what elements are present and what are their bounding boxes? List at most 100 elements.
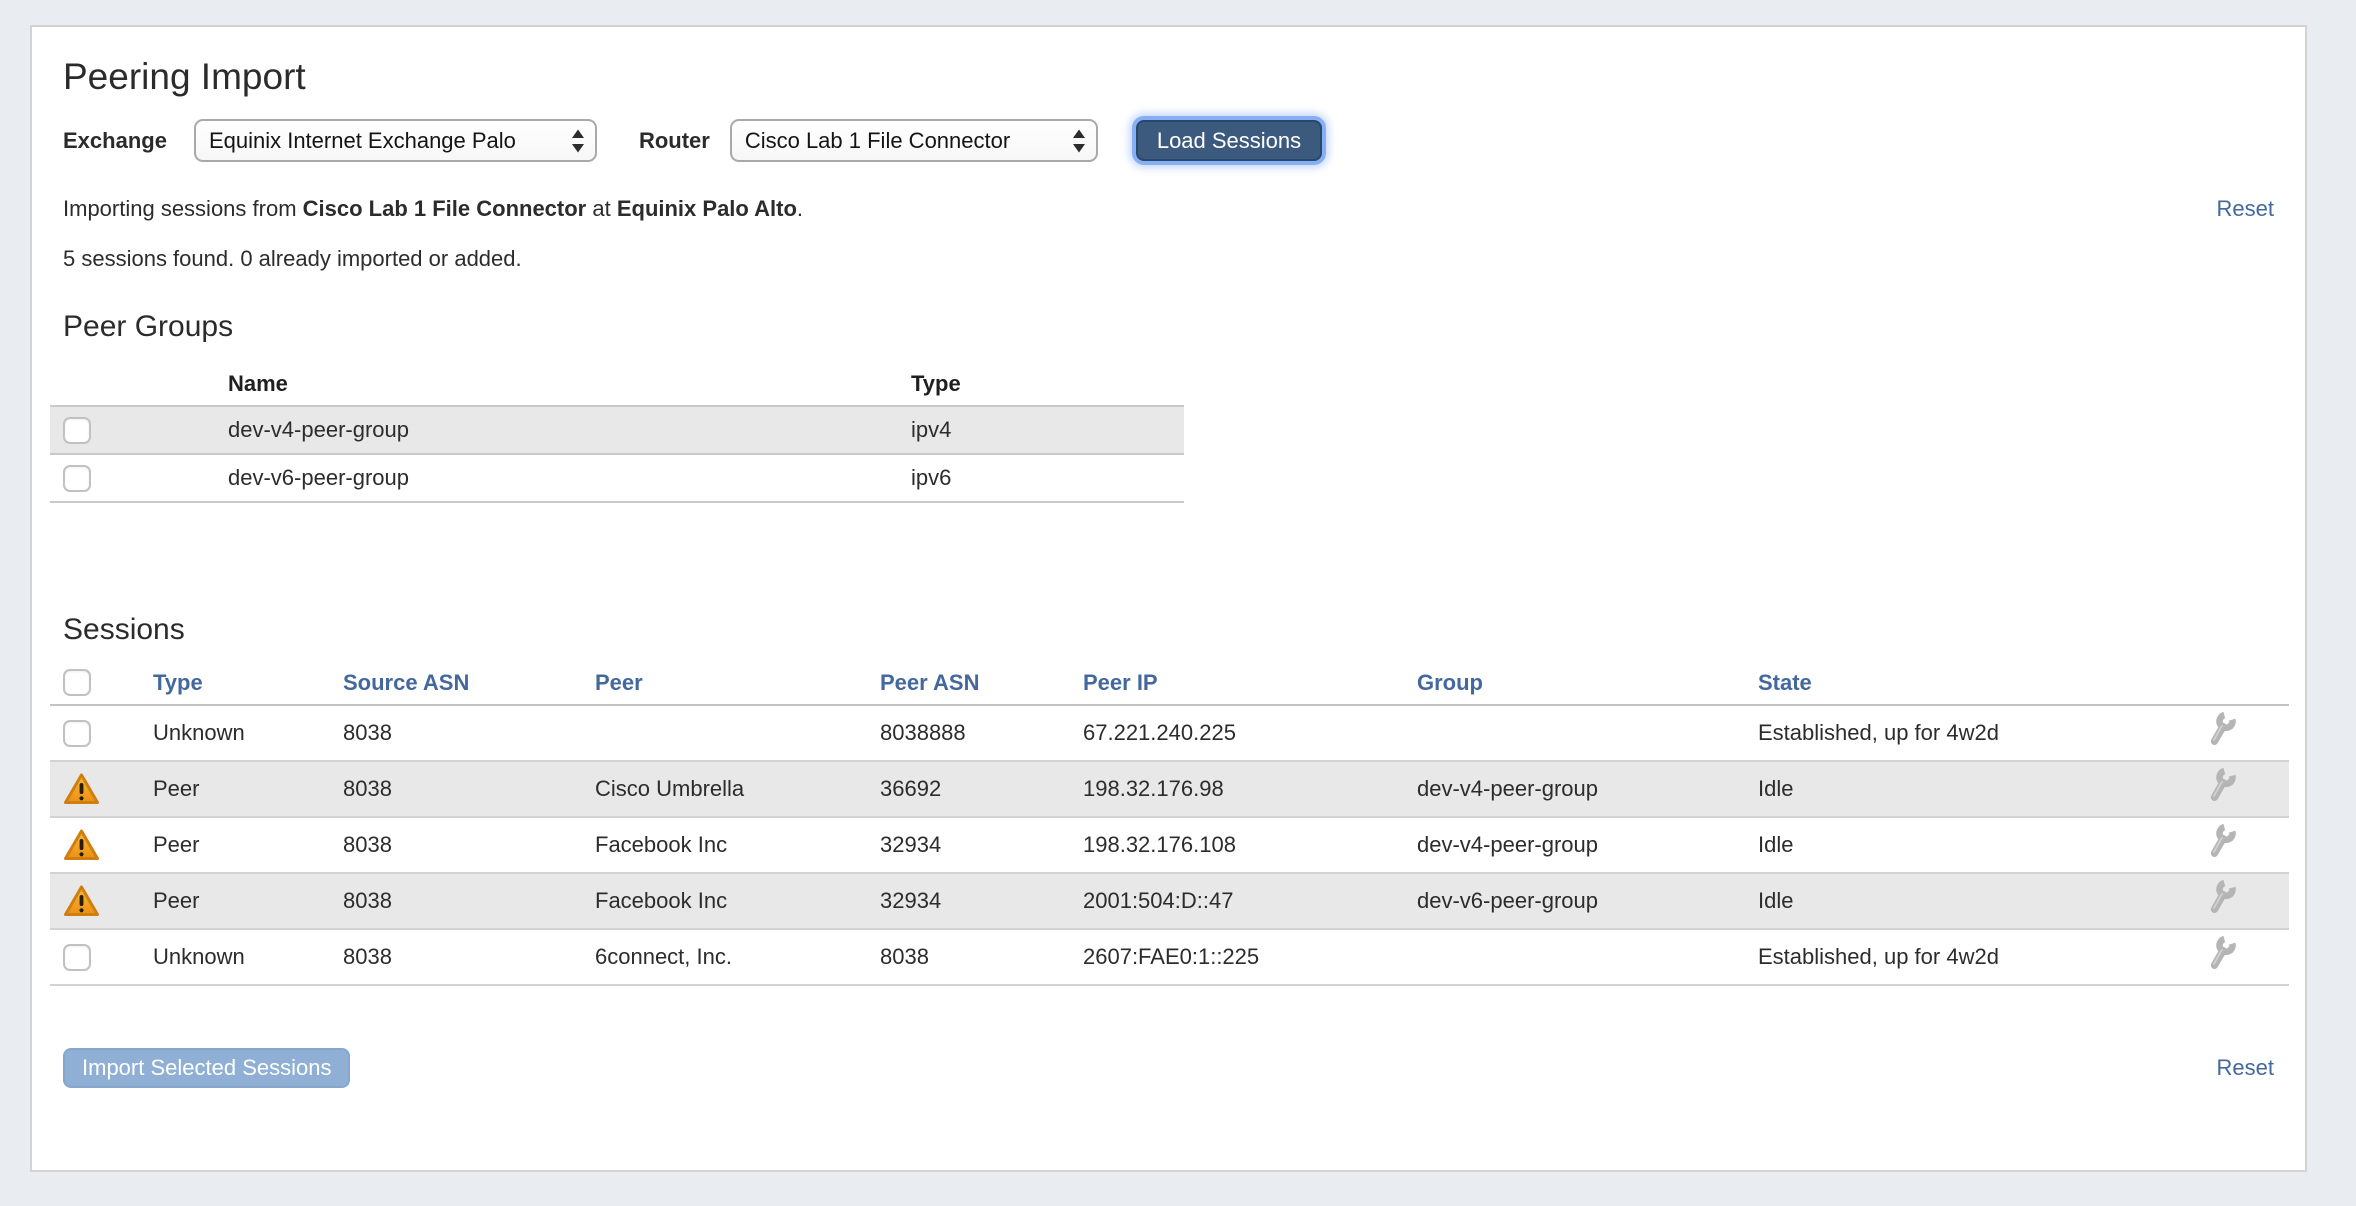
sessions-col-actions [2139, 661, 2289, 705]
session-type: Peer [140, 817, 330, 873]
exchange-select[interactable]: Equinix Internet Exchange Palo [194, 119, 597, 162]
session-type: Unknown [140, 929, 330, 985]
peering-import-panel: Peering Import Exchange Equinix Internet… [30, 25, 2307, 1172]
session-peer-ip: 198.32.176.98 [1070, 761, 1404, 817]
session-group: dev-v4-peer-group [1404, 817, 1745, 873]
select-all-checkbox[interactable] [63, 669, 91, 696]
peer-group-select-cell [50, 454, 215, 502]
session-type: Unknown [140, 705, 330, 761]
session-source-asn: 8038 [330, 817, 582, 873]
sessions-col-state[interactable]: State [1745, 661, 2139, 705]
session-group [1404, 929, 1745, 985]
peer-group-row: dev-v6-peer-groupipv6 [50, 454, 1184, 502]
session-peer-ip: 2607:FAE0:1::225 [1070, 929, 1404, 985]
peer-group-type: ipv4 [898, 406, 1184, 454]
session-row: Peer8038Facebook Inc32934198.32.176.108d… [50, 817, 2289, 873]
session-warning-cell [50, 761, 140, 817]
session-peer: Cisco Umbrella [582, 761, 867, 817]
wrench-icon[interactable] [2203, 880, 2239, 916]
session-select-cell [50, 929, 140, 985]
import-status-text: Importing sessions from Cisco Lab 1 File… [63, 196, 803, 222]
session-state: Idle [1745, 761, 2139, 817]
sessions-header-row: Type Source ASN Peer Peer ASN Peer IP Gr… [50, 661, 2289, 705]
session-peer-asn: 36692 [867, 761, 1070, 817]
session-edit-cell[interactable] [2139, 817, 2289, 873]
session-group: dev-v4-peer-group [1404, 761, 1745, 817]
session-peer: Facebook Inc [582, 817, 867, 873]
peer-groups-col-name: Name [215, 362, 898, 406]
session-row: Peer8038Cisco Umbrella36692198.32.176.98… [50, 761, 2289, 817]
peer-group-select-cell [50, 406, 215, 454]
session-row: Unknown80386connect, Inc.80382607:FAE0:1… [50, 929, 2289, 985]
sessions-col-peer-asn[interactable]: Peer ASN [867, 661, 1070, 705]
sessions-col-type[interactable]: Type [140, 661, 330, 705]
load-sessions-button[interactable]: Load Sessions [1136, 120, 1322, 161]
sessions-col-peer[interactable]: Peer [582, 661, 867, 705]
session-state: Established, up for 4w2d [1745, 705, 2139, 761]
session-edit-cell[interactable] [2139, 873, 2289, 929]
session-type: Peer [140, 873, 330, 929]
row-checkbox[interactable] [63, 465, 91, 492]
peer-groups-header-row: Name Type [50, 362, 1184, 406]
peer-groups-table: Name Type dev-v4-peer-groupipv4 dev-v6-p… [50, 362, 1184, 503]
import-status-prefix: Importing sessions from [63, 196, 303, 221]
sessions-col-group[interactable]: Group [1404, 661, 1745, 705]
session-peer: Facebook Inc [582, 873, 867, 929]
session-edit-cell[interactable] [2139, 761, 2289, 817]
import-status-row: Importing sessions from Cisco Lab 1 File… [63, 196, 2274, 222]
peer-group-row: dev-v4-peer-groupipv4 [50, 406, 1184, 454]
session-source-asn: 8038 [330, 761, 582, 817]
session-edit-cell[interactable] [2139, 705, 2289, 761]
wrench-icon[interactable] [2203, 936, 2239, 972]
session-peer: 6connect, Inc. [582, 929, 867, 985]
wrench-icon[interactable] [2203, 712, 2239, 748]
footer-row: Import Selected Sessions Reset [63, 1048, 2274, 1088]
session-state: Idle [1745, 817, 2139, 873]
session-peer-asn: 8038888 [867, 705, 1070, 761]
exchange-label: Exchange [63, 128, 167, 154]
select-arrows-icon [1072, 128, 1086, 153]
router-select-value: Cisco Lab 1 File Connector [745, 128, 1010, 154]
sessions-col-source-asn[interactable]: Source ASN [330, 661, 582, 705]
session-row: Peer8038Facebook Inc329342001:504:D::47d… [50, 873, 2289, 929]
wrench-icon[interactable] [2203, 824, 2239, 860]
session-row: Unknown8038 803888867.221.240.225 Establis… [50, 705, 2289, 761]
row-checkbox[interactable] [63, 720, 91, 747]
wrench-icon[interactable] [2203, 768, 2239, 804]
reset-link-top[interactable]: Reset [2217, 196, 2274, 222]
exchange-name: Equinix Palo Alto [617, 196, 797, 221]
session-select-cell [50, 705, 140, 761]
warning-icon [63, 772, 100, 806]
session-peer-asn: 8038 [867, 929, 1070, 985]
router-select[interactable]: Cisco Lab 1 File Connector [730, 119, 1098, 162]
session-warning-cell [50, 873, 140, 929]
router-label: Router [639, 128, 710, 154]
sessions-table: Type Source ASN Peer Peer ASN Peer IP Gr… [50, 661, 2289, 986]
session-peer-ip: 67.221.240.225 [1070, 705, 1404, 761]
sessions-col-peer-ip[interactable]: Peer IP [1070, 661, 1404, 705]
import-status-suffix: . [797, 196, 803, 221]
session-peer-asn: 32934 [867, 817, 1070, 873]
session-peer [582, 705, 867, 761]
session-type: Peer [140, 761, 330, 817]
row-checkbox[interactable] [63, 417, 91, 444]
row-checkbox[interactable] [63, 944, 91, 971]
session-edit-cell[interactable] [2139, 929, 2289, 985]
sessions-heading: Sessions [63, 615, 2274, 645]
import-selected-sessions-button[interactable]: Import Selected Sessions [63, 1048, 350, 1088]
peer-group-name: dev-v6-peer-group [215, 454, 898, 502]
select-all-cell [50, 661, 140, 705]
peer-group-name: dev-v4-peer-group [215, 406, 898, 454]
reset-link-bottom[interactable]: Reset [2217, 1055, 2274, 1081]
sessions-summary: 5 sessions found. 0 already imported or … [63, 246, 2274, 272]
session-group: dev-v6-peer-group [1404, 873, 1745, 929]
session-source-asn: 8038 [330, 705, 582, 761]
peer-group-type: ipv6 [898, 454, 1184, 502]
session-peer-asn: 32934 [867, 873, 1070, 929]
controls-row: Exchange Equinix Internet Exchange Palo … [63, 119, 2274, 162]
exchange-select-value: Equinix Internet Exchange Palo [209, 128, 516, 154]
peer-groups-col-type: Type [898, 362, 1184, 406]
page-title: Peering Import [63, 58, 2274, 95]
peer-groups-heading: Peer Groups [63, 312, 2274, 342]
connector-name: Cisco Lab 1 File Connector [303, 196, 587, 221]
